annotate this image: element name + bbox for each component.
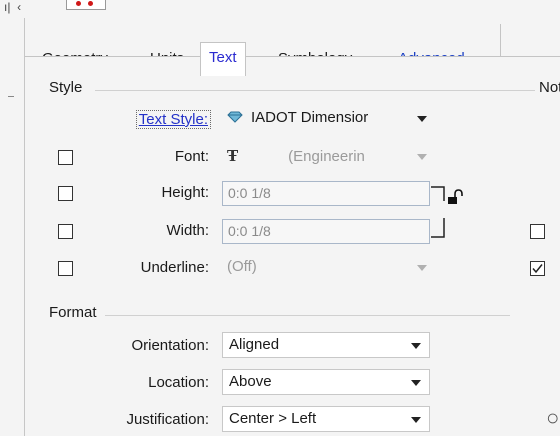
- width-input[interactable]: 0:0 1/8: [222, 219, 430, 244]
- location-dropdown[interactable]: Above: [222, 369, 430, 395]
- underline-checkbox[interactable]: [58, 261, 73, 276]
- style-group-divider: [95, 90, 535, 91]
- width-checkbox[interactable]: [58, 224, 73, 239]
- orientation-label: Orientation:: [131, 337, 209, 354]
- tab-separator: [500, 24, 501, 57]
- style-group-title: Style: [49, 79, 83, 96]
- font-checkbox[interactable]: [58, 150, 73, 165]
- text-settings-panel: Style Text Style: IADOT Dimensior Font: …: [25, 57, 560, 436]
- chevron-down-icon: [417, 265, 427, 271]
- height-input[interactable]: 0:0 1/8: [222, 181, 430, 206]
- text-style-label[interactable]: Text Style:: [135, 110, 211, 129]
- chevron-down-icon: [411, 343, 421, 349]
- lock-icon[interactable]: [429, 181, 469, 246]
- search-icon[interactable]: ○: [546, 405, 559, 431]
- location-value: Above: [229, 373, 272, 390]
- left-gutter: [0, 18, 25, 436]
- red-dot-icon: [88, 1, 93, 6]
- notes-group-title-partial: Not: [539, 79, 560, 96]
- red-dot-icon: [76, 1, 81, 6]
- height-label: Height:: [161, 184, 209, 201]
- underline-label: Underline:: [140, 259, 209, 276]
- font-label: Font:: [174, 148, 209, 165]
- text-style-value: IADOT Dimensior: [251, 109, 369, 126]
- text-style-gem-icon: [227, 111, 243, 123]
- chevron-down-icon: [411, 417, 421, 423]
- chevron-down-icon: [411, 380, 421, 386]
- font-value: (Engineerin: [288, 148, 365, 165]
- chevron-down-icon: [417, 154, 427, 160]
- justification-label: Justification:: [126, 411, 209, 428]
- justification-dropdown[interactable]: Center > Left: [222, 406, 430, 432]
- toolbar-color-button[interactable]: [66, 0, 106, 10]
- underline-value: (Off): [227, 258, 257, 275]
- width-label: Width:: [166, 222, 209, 239]
- tab-text[interactable]: Text: [200, 42, 246, 76]
- orientation-dropdown[interactable]: Aligned: [222, 332, 430, 358]
- justification-value: Center > Left: [229, 410, 317, 427]
- right-checkbox-1[interactable]: [530, 224, 545, 239]
- text-style-dropdown[interactable]: IADOT Dimensior: [221, 106, 439, 132]
- location-label: Location:: [148, 374, 209, 391]
- height-checkbox[interactable]: [58, 186, 73, 201]
- format-group-title: Format: [49, 304, 97, 321]
- toolbar-grip-icon: ı| ‹: [4, 0, 22, 14]
- checkmark-icon: [532, 264, 543, 274]
- orientation-value: Aligned: [229, 336, 280, 353]
- tab-bar: Geometry Units Text Symbology Advanced: [25, 18, 560, 76]
- font-dropdown[interactable]: Ŧ (Engineerin: [221, 144, 439, 170]
- underline-dropdown[interactable]: (Off): [221, 255, 439, 281]
- gutter-tick: [8, 96, 14, 97]
- right-checkbox-2[interactable]: [530, 261, 545, 276]
- text-style-link[interactable]: Text Style:: [135, 110, 211, 129]
- chevron-down-icon: [417, 116, 427, 122]
- format-group-divider: [105, 315, 510, 316]
- truetype-font-icon: Ŧ: [227, 147, 239, 165]
